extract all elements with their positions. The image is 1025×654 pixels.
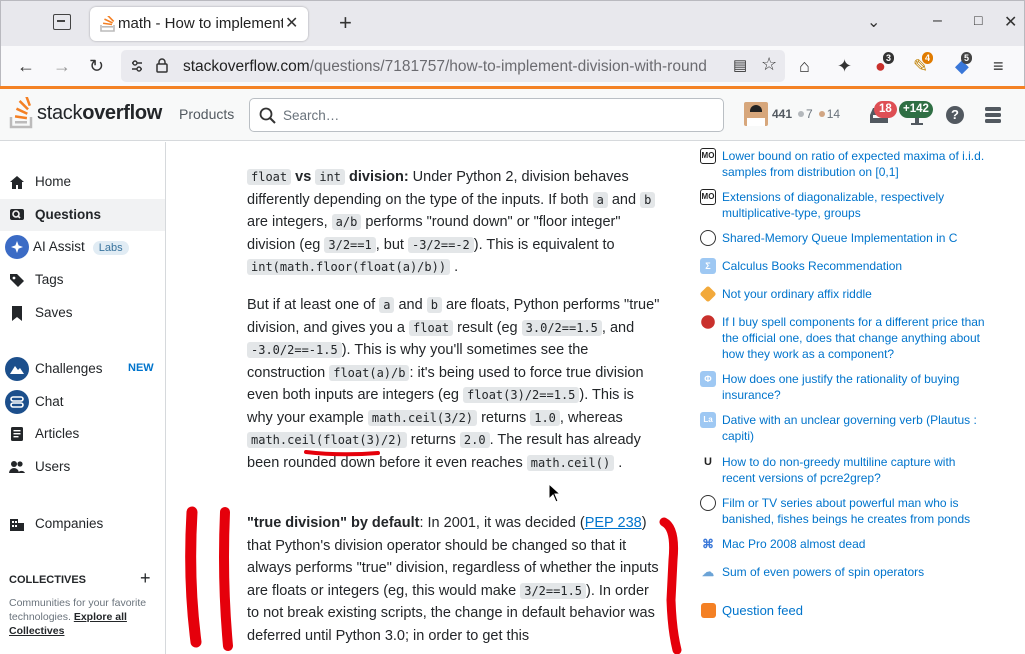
labs-badge: Labs	[92, 241, 129, 255]
tab-title: math - How to implement division with ro…	[118, 15, 283, 32]
nav-articles[interactable]: Articles	[0, 418, 165, 450]
reputation-count: 441	[772, 107, 793, 121]
reload-icon[interactable]: ↻	[89, 56, 104, 76]
reputation-change-badge: +142	[899, 101, 933, 118]
new-tab-icon[interactable]: +	[339, 10, 352, 36]
chat-icon	[5, 390, 29, 414]
browser-toolbar: ← → ↻ stackoverflow.com/questions/718175…	[0, 46, 1025, 86]
reader-view-icon[interactable]: ▤	[733, 56, 747, 74]
forward-icon[interactable]: →	[53, 56, 71, 76]
bookmark-icon	[9, 305, 25, 321]
help-icon[interactable]: ?	[946, 106, 964, 124]
question-feed-link[interactable]: Question feed	[722, 603, 803, 618]
rpg-icon	[701, 315, 715, 329]
scifi-icon	[700, 495, 716, 511]
physics-icon: ☁	[700, 564, 716, 580]
nav-home-label: Home	[35, 174, 72, 189]
nav-chat-label: Chat	[35, 394, 64, 409]
avatar[interactable]	[744, 102, 768, 126]
answer-paragraph: float vs int division: Under Python 2, d…	[247, 166, 663, 279]
nav-users[interactable]: Users	[0, 451, 165, 483]
tab-list-icon[interactable]	[53, 14, 71, 30]
site-info-icon[interactable]	[129, 58, 145, 74]
mo-icon: MO	[700, 189, 716, 205]
companies-icon	[9, 516, 25, 532]
lock-icon	[156, 58, 168, 73]
left-sidebar: Home Questions AI Assist Labs Tags Saves …	[0, 142, 166, 654]
add-collective-icon[interactable]: +	[140, 568, 151, 589]
nav-tags-label: Tags	[35, 272, 64, 287]
silver-badge-icon	[798, 111, 805, 118]
search-input[interactable]: Search…	[249, 98, 724, 132]
nav-saves-label: Saves	[35, 305, 73, 320]
nav-companies-label: Companies	[35, 516, 104, 531]
ai-assist-icon	[5, 235, 29, 259]
maximize-icon[interactable]: □	[974, 12, 982, 28]
apple-icon: ⌘	[700, 536, 716, 552]
nav-challenges[interactable]: Challenges NEW	[0, 353, 165, 385]
nav-ai-assist[interactable]: AI Assist Labs	[0, 231, 165, 263]
nav-home[interactable]: Home	[0, 166, 165, 198]
search-placeholder: Search…	[283, 108, 340, 123]
tag-icon	[9, 272, 25, 288]
mouse-cursor-icon	[548, 483, 562, 503]
nav-users-label: Users	[35, 459, 71, 474]
extension-badge: 4	[922, 52, 934, 64]
url-text: stackoverflow.com/questions/7181757/how-…	[183, 58, 707, 75]
stackoverflow-logo-icon[interactable]	[9, 97, 35, 129]
pep-238-link[interactable]: PEP 238	[585, 515, 642, 531]
puzzling-icon	[699, 285, 717, 303]
nav-questions[interactable]: Questions	[0, 199, 165, 231]
mo-icon: MO	[700, 148, 716, 164]
tab-overflow-chevron-icon[interactable]: ⌄	[867, 12, 880, 32]
nav-tags[interactable]: Tags	[0, 264, 165, 296]
articles-icon	[9, 426, 25, 442]
cut-off-text-line	[247, 129, 663, 141]
address-bar[interactable]: stackoverflow.com/questions/7181757/how-…	[121, 50, 785, 82]
inbox-count-badge: 18	[874, 101, 897, 118]
window-close-icon[interactable]: ✕	[1004, 12, 1017, 32]
rss-icon	[701, 603, 716, 618]
nav-chat[interactable]: Chat	[0, 386, 165, 418]
home-icon	[9, 174, 25, 190]
back-icon[interactable]: ←	[17, 56, 35, 76]
codereview-icon	[700, 230, 716, 246]
philosophy-icon: Φ	[700, 371, 716, 387]
nav-ai-assist-label: AI Assist Labs	[33, 239, 129, 255]
collectives-description: Communities for your favorite technologi…	[9, 597, 147, 637]
site-switcher-icon[interactable]	[984, 106, 1002, 124]
stackoverflow-favicon-icon	[100, 16, 115, 32]
extension-badge: 3	[883, 52, 895, 64]
bronze-badge-icon	[818, 111, 825, 118]
collectives-heading: COLLECTIVES	[9, 574, 87, 586]
new-badge: NEW	[128, 362, 154, 374]
users-icon	[9, 459, 25, 475]
questions-icon	[9, 207, 25, 223]
answer-paragraph: "true division" by default: In 2001, it …	[247, 515, 659, 644]
challenges-icon	[5, 357, 29, 381]
nav-companies[interactable]: Companies	[0, 508, 165, 540]
answer-paragraph: But if at least one of a and b are float…	[247, 297, 660, 471]
nav-articles-label: Articles	[35, 426, 80, 441]
minimize-icon[interactable]: –	[933, 12, 942, 30]
extension-badge: 5	[961, 52, 973, 64]
extensions-icon[interactable]: ✦	[837, 56, 852, 76]
browser-tab[interactable]: math - How to implement division with ro…	[90, 7, 308, 41]
site-logo[interactable]: stackoverflow	[37, 102, 162, 125]
nav-challenges-label: Challenges	[35, 361, 103, 376]
math-icon: Σ	[700, 258, 716, 274]
products-link[interactable]: Products	[179, 106, 234, 122]
nav-questions-label: Questions	[35, 207, 102, 222]
latin-icon: La	[700, 412, 716, 428]
home-icon[interactable]: ⌂	[799, 56, 810, 76]
hamburger-menu-icon[interactable]: ≡	[993, 56, 1004, 76]
tab-close-icon[interactable]: ✕	[285, 13, 298, 33]
nav-saves[interactable]: Saves	[0, 297, 165, 329]
search-icon	[259, 107, 276, 124]
unix-icon: U	[700, 454, 716, 470]
reputation-summary[interactable]: 441 7 14	[772, 107, 840, 121]
bookmark-star-icon[interactable]: ☆	[761, 54, 777, 75]
page-scrollbar[interactable]	[1017, 142, 1023, 612]
browser-tab-bar: math - How to implement division with ro…	[0, 0, 1025, 46]
